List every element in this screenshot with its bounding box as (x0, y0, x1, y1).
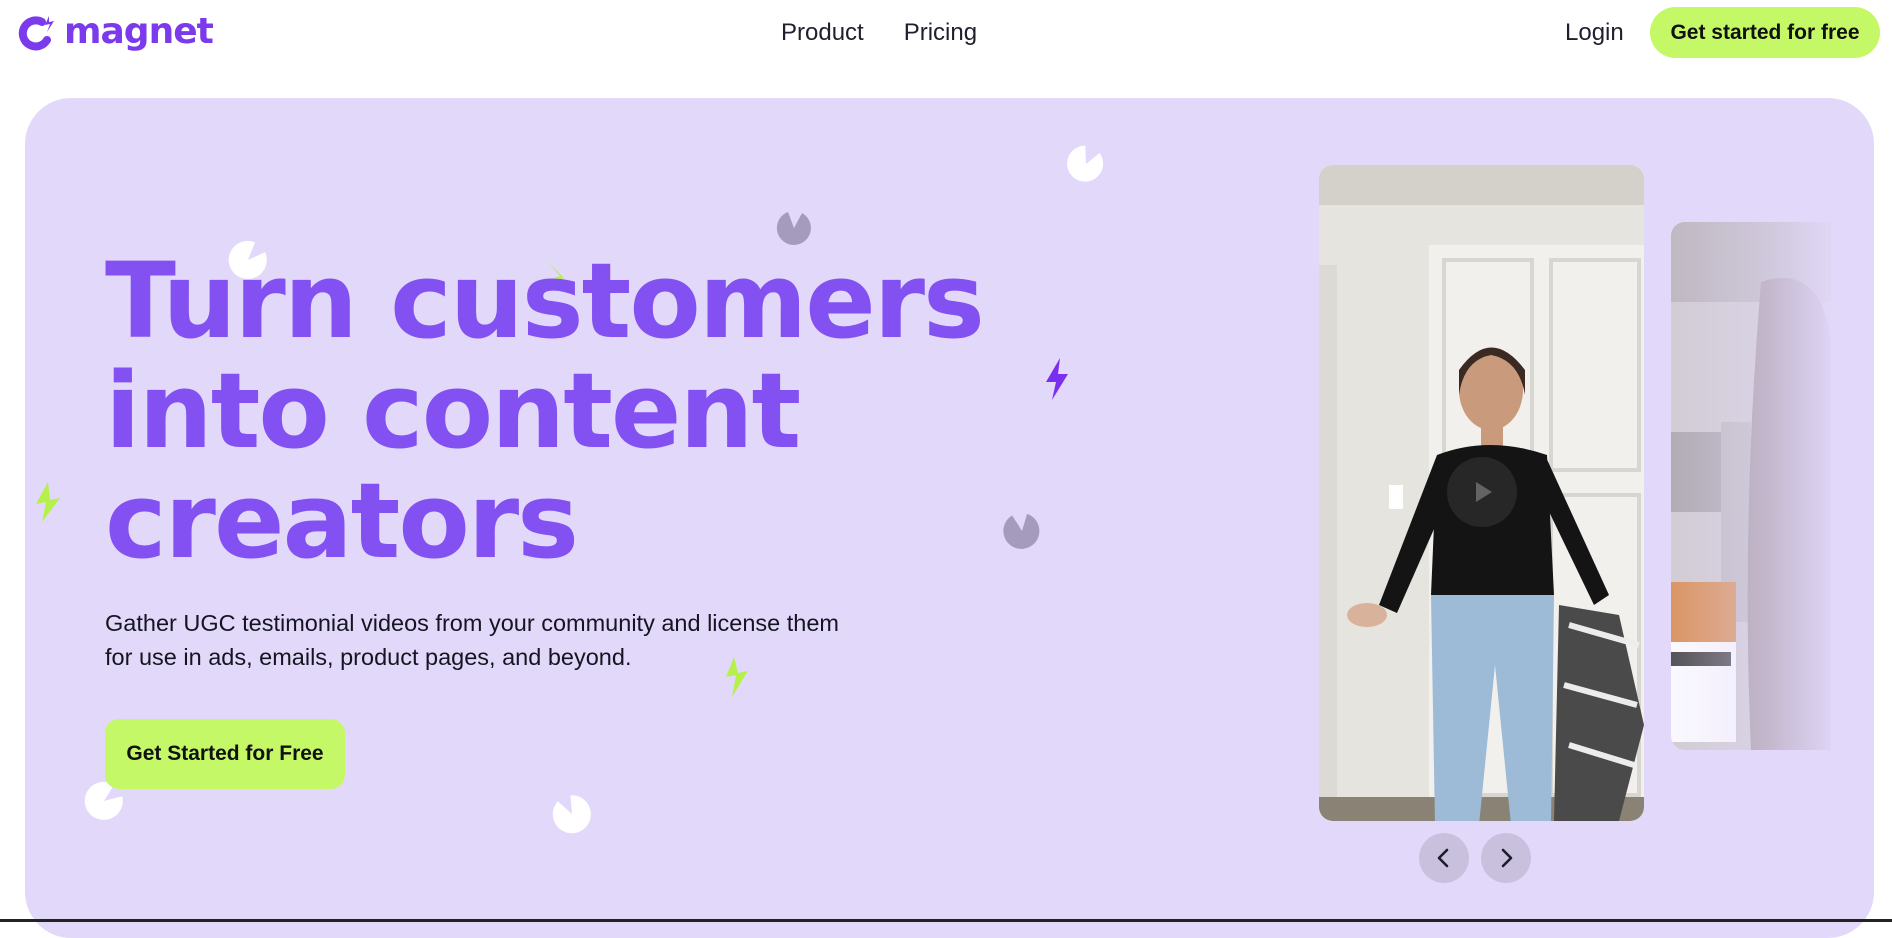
hero-subtext: Gather UGC testimonial videos from your … (105, 610, 840, 670)
nav-link-product[interactable]: Product (781, 18, 864, 48)
play-icon (1476, 482, 1492, 502)
pacman-gray-icon (1003, 513, 1040, 549)
get-started-nav-button[interactable]: Get started for free (1650, 7, 1880, 58)
chevron-left-icon (1437, 848, 1449, 868)
pacman-white-icon (552, 795, 591, 834)
carousel-prev-button[interactable] (1419, 833, 1469, 883)
carousel-fade-overlay (1671, 222, 1833, 750)
testimonial-video-main[interactable] (1319, 165, 1644, 821)
lightning-green-icon (36, 482, 60, 522)
play-button[interactable] (1447, 457, 1517, 527)
nav-link-pricing[interactable]: Pricing (904, 18, 977, 48)
magnet-logo-icon (18, 16, 54, 51)
headline-line: creators (105, 460, 579, 582)
pacman-white-icon (1067, 145, 1104, 182)
carousel-next-button[interactable] (1481, 833, 1531, 883)
hero-headline: Turn customers into content creators (105, 246, 1005, 576)
get-started-hero-button[interactable]: Get Started for Free (105, 719, 345, 789)
chevron-right-icon (1501, 848, 1513, 868)
login-link[interactable]: Login (1565, 18, 1624, 48)
nav-links: Product Pricing (781, 18, 977, 48)
top-nav: magnet Product Pricing Login Get started… (0, 0, 1892, 66)
headline-line: into content (105, 350, 801, 472)
lightning-purple-icon (1046, 358, 1068, 400)
logo-text: magnet (64, 11, 214, 52)
logo[interactable]: magnet (18, 11, 214, 52)
headline-line: Turn customers (105, 240, 985, 362)
